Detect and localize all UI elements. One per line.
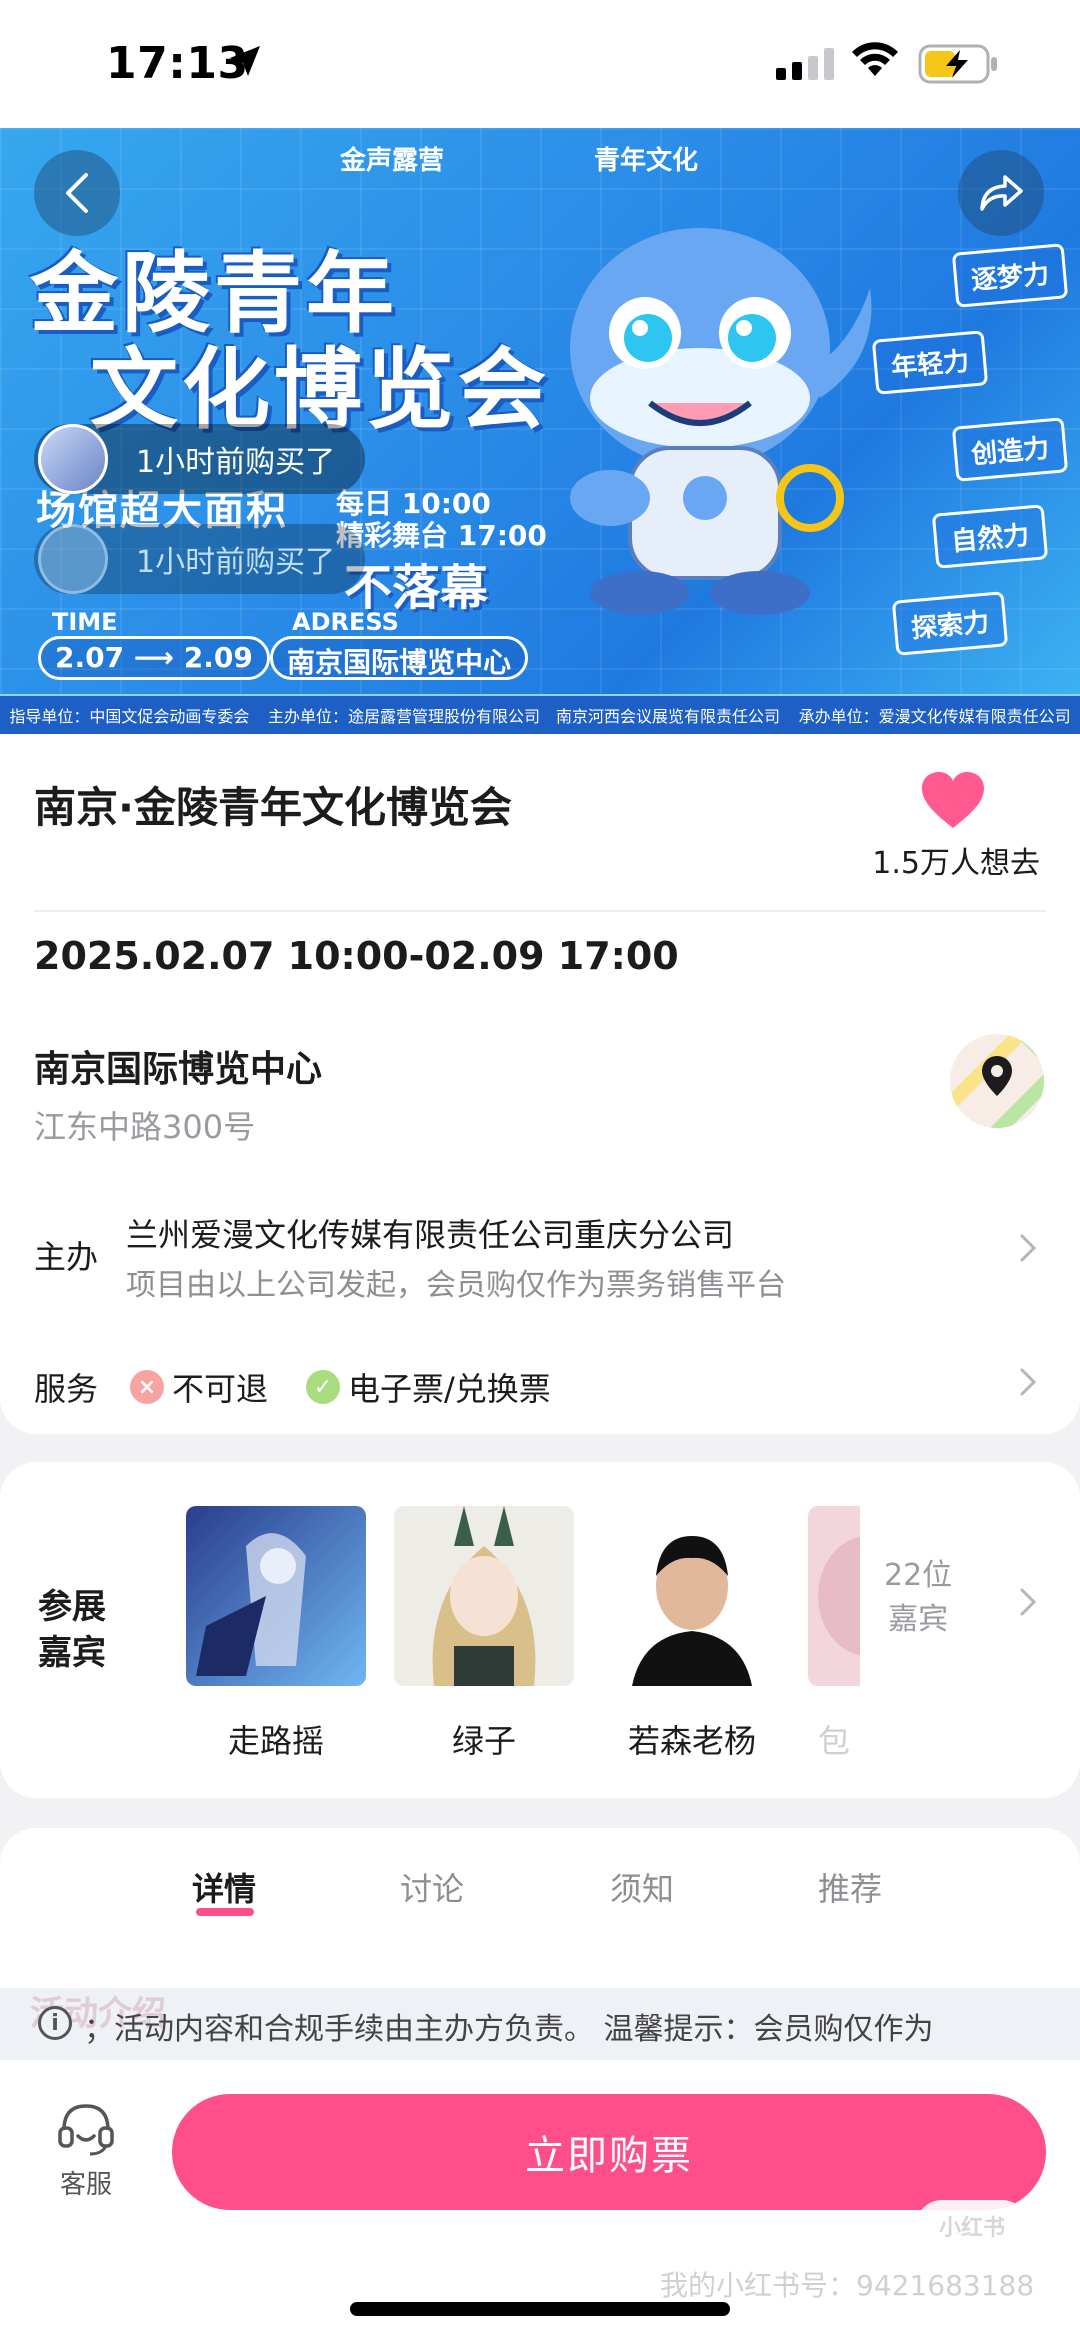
purchase-bullet: 1小时前购买了	[34, 524, 366, 594]
tab-details[interactable]: 详情	[192, 1864, 256, 1910]
avatar	[38, 524, 108, 594]
info-icon: i	[38, 2006, 72, 2040]
active-tab-indicator	[196, 1908, 254, 1916]
heart-icon[interactable]	[920, 770, 986, 830]
detail-tabs: 详情 讨论 须知 推荐	[0, 1828, 1080, 1988]
event-title: 南京·金陵青年文化博览会	[34, 783, 512, 832]
guest-photo	[808, 1506, 860, 1686]
buy-ticket-button[interactable]: 立即购票	[172, 2094, 1046, 2210]
notice-text: ；活动内容和合规手续由主办方负责。 温馨提示：会员购仅作为	[84, 2012, 934, 2047]
headset-icon	[58, 2104, 114, 2156]
status-bar: 17:13	[0, 0, 1080, 128]
organizer-name[interactable]: 兰州爱漫文化传媒有限责任公司重庆分公司	[126, 1210, 734, 1256]
map-button[interactable]	[950, 1034, 1044, 1128]
watermark-logo: 小红书	[916, 2200, 1028, 2252]
notice-bar[interactable]: 活动介绍 i ；活动内容和合规手续由主办方负责。 温馨提示：会员购仅作为	[0, 1988, 1080, 2060]
check-icon: ✓	[306, 1370, 340, 1404]
banner-tag: 年轻力	[871, 330, 989, 395]
banner-title: 金陵青年 文化博览会	[30, 242, 551, 441]
chevron-left-icon	[66, 173, 88, 213]
wifi-icon	[852, 42, 898, 76]
home-indicator[interactable]	[350, 2302, 730, 2316]
purchase-bullet: 1小时前购买了	[34, 424, 366, 494]
banner-daily-hours: 每日 10:00 精彩舞台 17:00	[336, 487, 547, 552]
banner-sponsor-strip: 指导单位：中国文促会动画专委会 主办单位：途居露营管理股份有限公司 南京河西会议…	[0, 694, 1080, 734]
banner-tag: 创造力	[951, 417, 1069, 482]
organizer-label: 主办	[34, 1238, 99, 1276]
chevron-right-icon[interactable]	[1018, 1366, 1038, 1398]
venue-name[interactable]: 南京国际博览中心	[34, 1040, 322, 1092]
venue-address: 江东中路300号	[34, 1108, 256, 1146]
chevron-right-icon[interactable]	[1018, 1232, 1038, 1264]
battery-charging-icon	[918, 44, 997, 84]
want-count: 1.5万人想去	[872, 846, 1040, 881]
share-button[interactable]	[958, 150, 1044, 236]
bottom-action-bar: 客服 立即购票 小红书 我的小红书号：9421683188	[0, 2060, 1080, 2337]
banner-tag: 自然力	[931, 504, 1049, 569]
customer-service-label: 客服	[59, 2170, 112, 2200]
banner-time-label: TIME	[52, 608, 118, 636]
guests-label: 参展嘉宾	[38, 1587, 106, 1673]
banner-time-value: 2.07 ⟶ 2.09	[38, 636, 270, 680]
guest-photo	[186, 1506, 366, 1686]
service-no-refund: × 不可退	[130, 1364, 268, 1410]
close-icon: ×	[130, 1370, 164, 1404]
banner-logo-2: 青年文化	[594, 146, 699, 176]
banner-address-value: 南京国际博览中心	[270, 636, 529, 680]
banner-address-label: ADRESS	[292, 608, 399, 636]
service-label: 服务	[34, 1370, 99, 1408]
back-button[interactable]	[34, 150, 120, 236]
banner-tags: 逐梦力 年轻力 创造力 自然力 探索力	[871, 243, 1069, 656]
avatar	[38, 424, 108, 494]
location-arrow-icon	[230, 46, 260, 76]
event-datetime: 2025.02.07 10:00-02.09 17:00	[34, 934, 679, 978]
banner-logos: 金声露营 青年文化	[340, 140, 698, 177]
guest-card[interactable]: 包	[808, 1506, 860, 1762]
chevron-right-icon[interactable]	[1018, 1586, 1038, 1618]
service-ticket-type: ✓ 电子票/兑换票	[306, 1364, 551, 1410]
map-pin-icon	[950, 1034, 1044, 1128]
guest-card[interactable]: 绿子	[394, 1506, 574, 1762]
guest-count[interactable]: 22位 嘉宾	[884, 1554, 952, 1642]
organizer-note: 项目由以上公司发起，会员购仅作为票务销售平台	[126, 1268, 786, 1303]
guest-name: 若森老杨	[627, 1722, 756, 1760]
guests-card: 参展嘉宾 走路摇 绿子 若森老杨 包 22位 嘉宾	[0, 1462, 1080, 1798]
dolphin-mascot-icon	[570, 228, 872, 615]
tab-notice[interactable]: 须知	[610, 1864, 674, 1910]
signal-icon	[776, 48, 834, 80]
guest-card[interactable]: 走路摇	[186, 1506, 366, 1762]
banner-logo-1: 金声露营	[340, 146, 445, 176]
guest-name: 绿子	[451, 1722, 516, 1760]
guest-photo	[602, 1506, 782, 1686]
guest-name: 包	[817, 1722, 850, 1760]
tab-recommend[interactable]: 推荐	[818, 1864, 882, 1910]
divider	[34, 910, 1046, 912]
guest-name: 走路摇	[227, 1722, 324, 1760]
customer-service-button[interactable]: 客服	[44, 2100, 128, 2201]
banner-tag: 逐梦力	[951, 243, 1069, 308]
event-info-card: 南京·金陵青年文化博览会 1.5万人想去 2025.02.07 10:00-02…	[0, 734, 1080, 1434]
watermark-text: 我的小红书号：9421683188	[660, 2269, 1035, 2302]
guest-card[interactable]: 若森老杨	[602, 1506, 782, 1762]
guest-photo	[394, 1506, 574, 1686]
share-icon	[980, 175, 1023, 211]
tab-discussion[interactable]: 讨论	[400, 1864, 464, 1910]
banner-tag: 探索力	[891, 591, 1009, 656]
